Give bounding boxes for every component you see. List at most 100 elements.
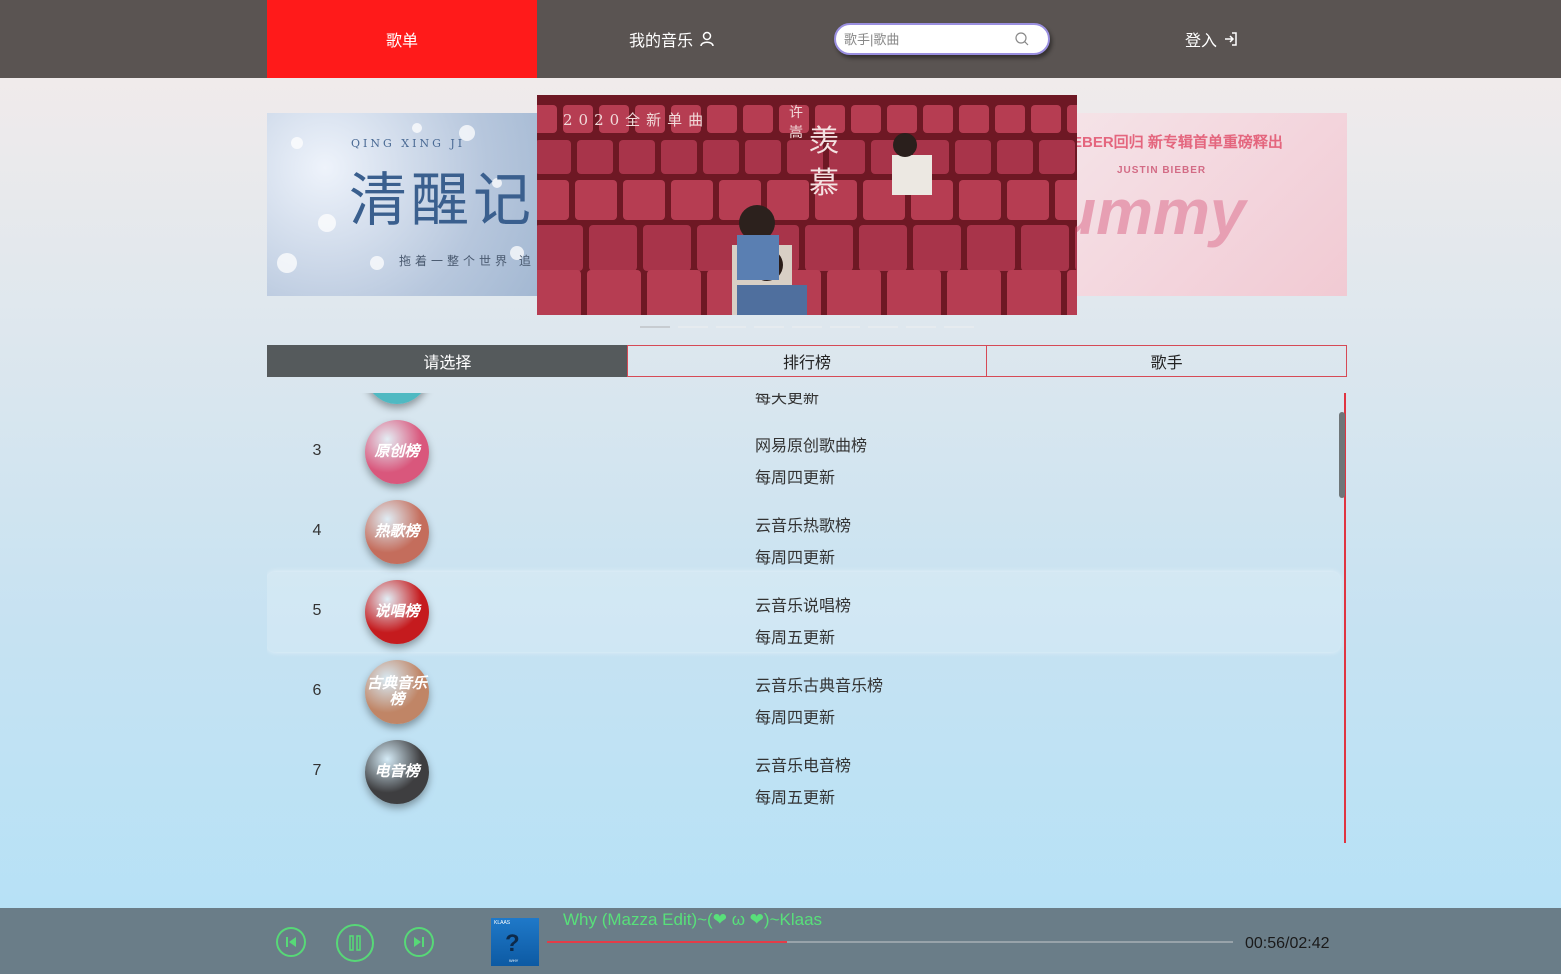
seat-shape (955, 140, 991, 174)
chart-update-frequency: 每周五更新 (755, 630, 836, 647)
seat-shape (967, 225, 1015, 271)
nav-search-cell (807, 0, 1077, 78)
seat-shape (743, 105, 773, 133)
carousel-dots (640, 326, 974, 328)
carousel-dot[interactable] (830, 326, 860, 328)
seat-shape (959, 180, 1001, 220)
banner-left-sub: 拖着一整个世界 追 (399, 254, 535, 268)
seat-shape (995, 105, 1025, 133)
search-icon[interactable] (1014, 31, 1030, 47)
banner-slide-center[interactable]: 2020全新单曲 许嵩 羡慕 (537, 95, 1077, 315)
nav-login[interactable]: 登入 (1077, 0, 1347, 78)
banner-right-word: ummy (1057, 176, 1246, 248)
seat-shape (537, 225, 583, 271)
chart-update-frequency: 每周四更新 (755, 710, 836, 727)
chart-name[interactable]: 云音乐说唱榜 (755, 592, 851, 616)
banner-center-artist: 许嵩 (789, 105, 803, 141)
carousel-dot[interactable] (944, 326, 974, 328)
nav-my-music[interactable]: 我的音乐 (537, 0, 807, 78)
seat-shape (661, 140, 697, 174)
carousel-dot[interactable] (678, 326, 708, 328)
carousel-dot[interactable] (754, 326, 784, 328)
chart-rank: 7 (312, 762, 322, 779)
chart-rank: 6 (312, 682, 322, 699)
chart-rank: 4 (312, 522, 322, 539)
search-box (834, 23, 1050, 55)
album-cover[interactable]: KLAAS ? WHY (491, 918, 539, 966)
seat-shape (1067, 105, 1077, 133)
seat-shape (851, 105, 881, 133)
seat-shape (1039, 140, 1075, 174)
chart-name[interactable]: 云音乐古典音乐榜 (755, 672, 883, 696)
carousel-dot[interactable] (792, 326, 822, 328)
seat-shape (647, 270, 701, 315)
seat-shape (643, 225, 691, 271)
pause-button[interactable] (336, 924, 374, 962)
seat-shape (959, 105, 989, 133)
seat-shape (537, 270, 581, 315)
chart-update-frequency: 每周五更新 (755, 790, 836, 807)
seat-shape (947, 270, 1001, 315)
carousel-dot[interactable] (868, 326, 898, 328)
music-player-bar: KLAAS ? WHY Why (Mazza Edit)~(❤ ω ❤)~Kla… (0, 908, 1561, 974)
chart-list-row[interactable]: 7 电音榜 云音乐电音榜每周五更新 (267, 732, 1340, 812)
seat-shape (537, 180, 569, 220)
seat-shape (767, 180, 809, 220)
chart-list-row[interactable]: 3 原创榜 网易原创歌曲榜 每周四更新 (267, 412, 1340, 492)
seat-shape (575, 180, 617, 220)
seat-shape (587, 270, 641, 315)
next-button[interactable] (404, 927, 434, 957)
playback-time: 00:56/02:42 (1245, 935, 1330, 952)
tab-ranking[interactable]: 排行榜 (626, 345, 988, 377)
seat-shape (1007, 270, 1061, 315)
chart-cover[interactable]: 原创榜 (365, 420, 429, 484)
nav-playlist-label: 歌单 (385, 33, 418, 50)
tab-singer[interactable]: 歌手 (986, 345, 1348, 377)
carousel-dot[interactable] (906, 326, 936, 328)
carousel-dot[interactable] (640, 326, 670, 328)
album-question-mark: ? (505, 930, 520, 957)
chart-list-row[interactable]: 2新歌榜云音乐新歌榜每天更新 (267, 393, 1340, 412)
banner-left-title: 清醒记 (349, 166, 536, 234)
banner-slide-right[interactable]: BIEBER回归 新专辑首单重磅释出 JUSTIN BIEBER ummy (1057, 113, 1347, 296)
seat-shape (923, 105, 953, 133)
chart-cover[interactable]: 古典音乐榜 (365, 660, 429, 724)
progress-bar[interactable] (547, 941, 1233, 943)
chart-list-row[interactable]: 6 古典音乐榜 云音乐古典音乐榜每周四更新 (267, 652, 1340, 732)
seat-shape (887, 105, 917, 133)
carousel-dot[interactable] (716, 326, 746, 328)
album-label: KLAAS (494, 920, 511, 926)
category-tabs: 请选择 排行榜 歌手 (267, 345, 1348, 377)
seat-shape (671, 180, 713, 220)
chart-list-row[interactable]: 4 热歌榜 云音乐热歌榜 每周四更新 (267, 492, 1340, 572)
seat-shape (703, 140, 739, 174)
chart-cover[interactable]: 新歌榜 (365, 393, 429, 404)
chart-cover[interactable]: 电音榜 (365, 740, 429, 804)
seat-shape (623, 180, 665, 220)
search-input[interactable] (844, 31, 1014, 47)
seat-shape (589, 225, 637, 271)
list-scrollbar[interactable] (1339, 412, 1345, 498)
seat-shape (1031, 105, 1061, 133)
chart-name[interactable]: 云音乐热歌榜 (755, 512, 851, 536)
tab-select[interactable]: 请选择 (267, 345, 628, 377)
chart-name[interactable]: 云音乐电音榜 (755, 752, 851, 776)
progress-fill (547, 941, 788, 943)
chart-list-row[interactable]: 5 说唱榜 云音乐说唱榜 每周五更新 (267, 572, 1340, 652)
seat-shape (859, 225, 907, 271)
nav-playlist[interactable]: 歌单 (267, 0, 537, 78)
chart-name[interactable]: 网易原创歌曲榜 (755, 432, 867, 456)
seat-shape (1021, 225, 1069, 271)
chart-cover[interactable]: 说唱榜 (365, 580, 429, 644)
seat-shape (577, 140, 613, 174)
seat-shape (805, 225, 853, 271)
banner-left-small: QING XING JI (351, 137, 466, 150)
seat-shape (1067, 270, 1077, 315)
seat-shape (707, 105, 737, 133)
album-footer: WHY (509, 958, 519, 963)
chart-cover[interactable]: 热歌榜 (365, 500, 429, 564)
seat-shape (619, 140, 655, 174)
banner-slide-left[interactable]: QING XING JI 清醒记 拖着一整个世界 追 (267, 113, 557, 296)
top-nav-bar: 歌单 我的音乐 登入 (0, 0, 1561, 78)
prev-button[interactable] (276, 927, 306, 957)
